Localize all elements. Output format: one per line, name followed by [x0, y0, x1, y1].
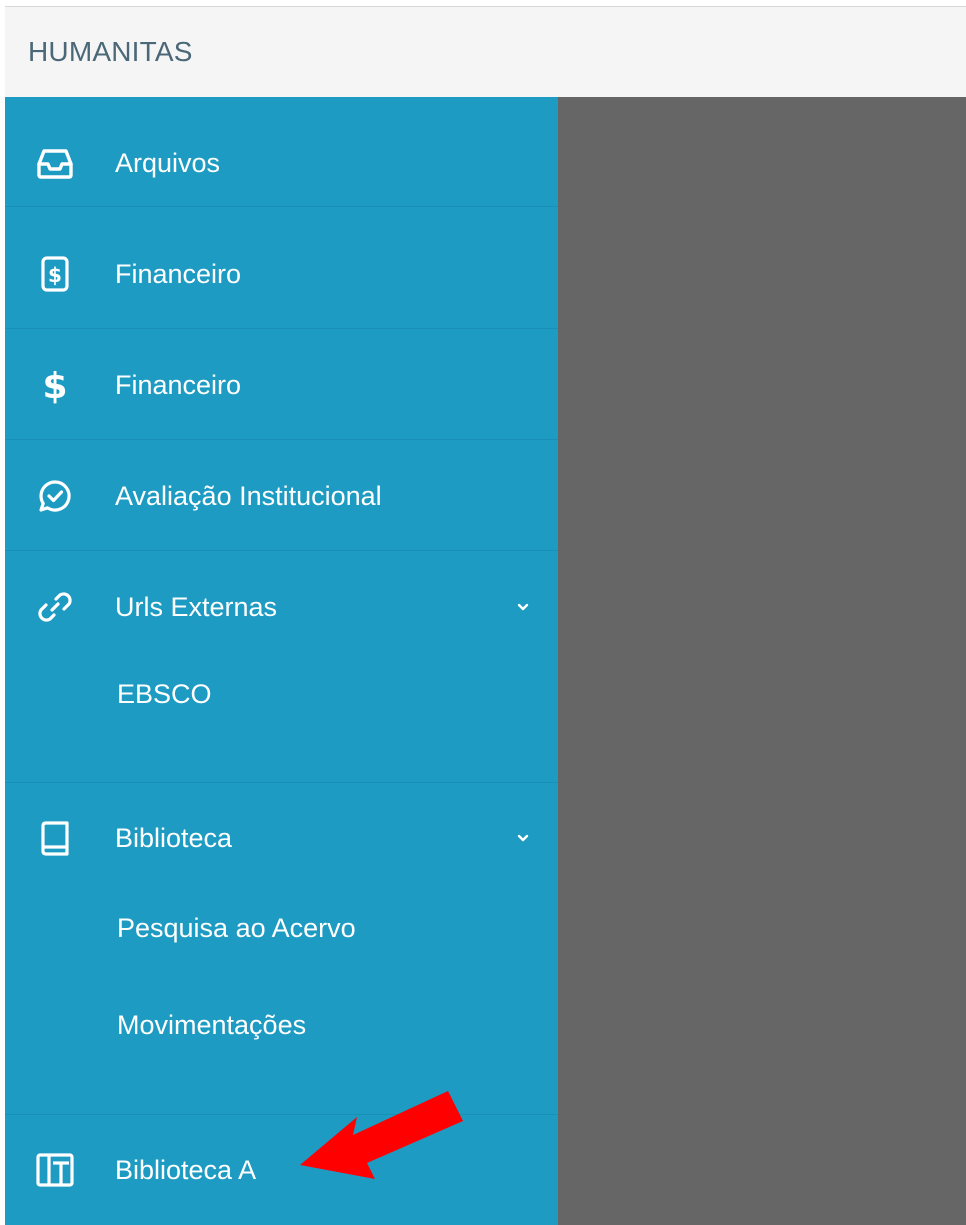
- sidebar-item-financeiro-invoice[interactable]: $ Financeiro: [5, 219, 558, 329]
- sidebar-group-urls-externas: Urls Externas EBSCO: [5, 552, 558, 783]
- submenu-item-pesquisa-acervo[interactable]: Pesquisa ao Acervo: [117, 913, 356, 944]
- submenu-item-ebsco[interactable]: EBSCO: [117, 679, 212, 710]
- svg-text:$: $: [48, 263, 62, 287]
- link-icon: [35, 587, 75, 627]
- chevron-down-icon[interactable]: [513, 828, 533, 848]
- sidebar-item-label: Financeiro: [115, 370, 242, 400]
- sidebar-item-financeiro-dollar[interactable]: $ Financeiro: [5, 330, 558, 440]
- submenu-item-movimentacoes[interactable]: Movimentações: [117, 1010, 306, 1041]
- sidebar-item-biblioteca[interactable]: Biblioteca: [5, 783, 558, 893]
- sidebar-item-arquivos[interactable]: Arquivos: [5, 97, 558, 207]
- app-header: HUMANITAS: [5, 7, 966, 97]
- dollar-icon: $: [35, 365, 75, 405]
- chat-check-icon: [35, 476, 75, 516]
- annotation-arrow-icon: [300, 1091, 463, 1179]
- sidebar-menu: Arquivos $ Financeiro $ Financeiro Avali…: [5, 97, 558, 1225]
- sidebar-item-label: Biblioteca: [115, 823, 233, 853]
- sidebar-item-urls-externas[interactable]: Urls Externas: [5, 552, 558, 662]
- sidebar-item-label: Urls Externas: [115, 592, 278, 622]
- chevron-down-icon[interactable]: [513, 597, 533, 617]
- library-columns-icon: [35, 1150, 75, 1190]
- svg-text:$: $: [42, 366, 67, 405]
- invoice-dollar-icon: $: [35, 254, 75, 294]
- brand-title: HUMANITAS: [28, 36, 193, 67]
- book-icon: [35, 819, 75, 859]
- sidebar-item-label: Avaliação Institucional: [115, 481, 382, 511]
- sidebar-item-avaliacao[interactable]: Avaliação Institucional: [5, 441, 558, 551]
- sidebar-item-biblioteca-a[interactable]: Biblioteca A: [5, 1115, 558, 1225]
- sidebar-item-label: Financeiro: [115, 259, 242, 289]
- sidebar-group-biblioteca: Biblioteca Pesquisa ao Acervo Movimentaç…: [5, 783, 558, 1115]
- content-overlay: [558, 97, 966, 1225]
- sidebar-item-label: Biblioteca A: [115, 1155, 257, 1185]
- inbox-icon: [35, 144, 75, 184]
- sidebar-item-label: Arquivos: [115, 148, 221, 178]
